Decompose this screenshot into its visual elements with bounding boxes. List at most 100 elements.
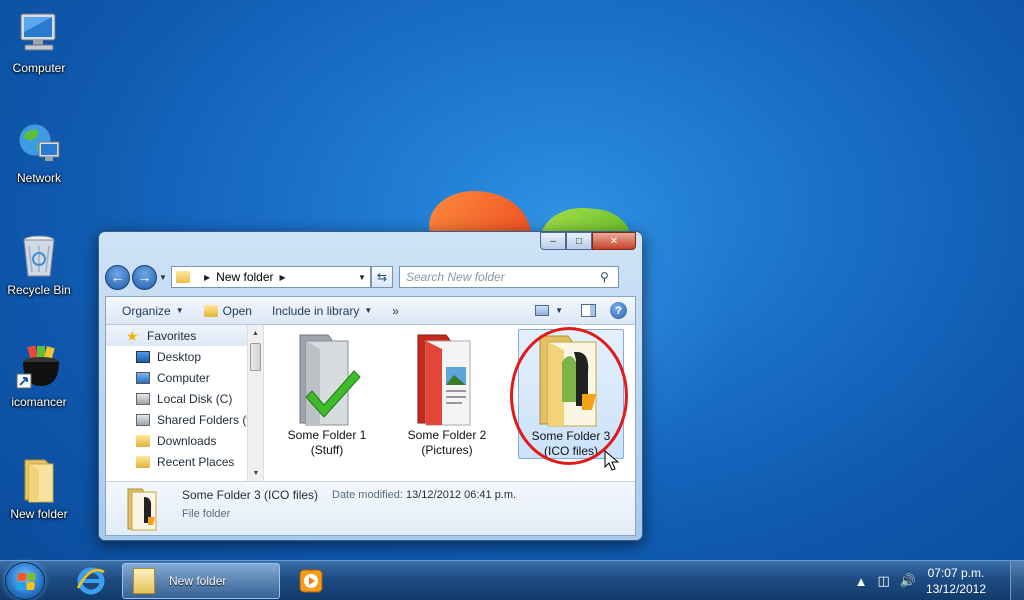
- view-controls: ▼ ?: [535, 302, 635, 319]
- details-file-type: File folder: [182, 508, 231, 520]
- search-placeholder: Search New folder: [406, 270, 505, 284]
- details-pane: Some Folder 3 (ICO files) Date modified:…: [106, 481, 635, 535]
- clock[interactable]: 07:07 p.m. 13/12/2012: [926, 565, 986, 597]
- breadcrumb-arrow-icon[interactable]: ▶: [204, 273, 210, 282]
- volume-icon[interactable]: 🔊: [900, 573, 916, 589]
- file-subtitle: (Stuff): [310, 443, 344, 457]
- system-tray: ▲ ◫ 🔊 07:07 p.m. 13/12/2012: [855, 561, 1024, 600]
- show-hidden-icons-icon[interactable]: ▲: [855, 574, 868, 589]
- sidebar-item-label: Downloads: [157, 433, 217, 448]
- sidebar-item-downloads[interactable]: Downloads: [106, 430, 263, 451]
- internet-explorer-icon[interactable]: [64, 564, 118, 598]
- show-desktop-button[interactable]: [1010, 561, 1024, 600]
- change-view-icon[interactable]: [535, 305, 550, 316]
- desktop-icon-label: New folder: [10, 507, 68, 521]
- open-button[interactable]: Open: [194, 304, 262, 318]
- forward-button[interactable]: →: [132, 264, 157, 290]
- scroll-thumb[interactable]: [250, 343, 261, 371]
- file-item-folder-1[interactable]: Some Folder 1 (Stuff): [274, 329, 380, 459]
- sidebar-item-label: Computer: [157, 370, 210, 385]
- downloads-folder-icon: [136, 434, 150, 447]
- help-icon[interactable]: ?: [610, 302, 627, 319]
- sidebar-item-recent-places[interactable]: Recent Places: [106, 451, 263, 472]
- windows-logo-icon: [16, 573, 36, 590]
- computer-icon: [15, 10, 63, 58]
- desktop-icon-label: Network: [16, 171, 61, 185]
- sidebar-item-label: Local Disk (C): [157, 391, 233, 406]
- desktop-icon-recycle-bin[interactable]: Recycle Bin: [2, 232, 76, 297]
- organize-label: Organize: [122, 303, 171, 318]
- back-button[interactable]: ←: [105, 264, 130, 290]
- network-status-icon[interactable]: ◫: [877, 573, 889, 589]
- media-player-icon[interactable]: [284, 564, 338, 598]
- address-dropdown-icon[interactable]: ▼: [354, 273, 370, 282]
- include-label: Include in library: [271, 303, 360, 318]
- sidebar-item-local-disk[interactable]: Local Disk (C): [106, 388, 263, 409]
- sidebar-item-favorites[interactable]: ★ Favorites: [106, 325, 263, 346]
- file-name: Some Folder 2: [407, 428, 487, 442]
- mouse-pointer-icon: [604, 450, 620, 471]
- organize-button[interactable]: Organize ▼: [112, 304, 194, 318]
- highlight-circle-annotation: [510, 327, 628, 465]
- scroll-down-icon[interactable]: ▼: [248, 465, 263, 481]
- recycle-bin-icon: [15, 232, 63, 280]
- chevron-down-icon[interactable]: ▼: [555, 306, 563, 315]
- desktop-icon-computer[interactable]: Computer: [2, 10, 76, 75]
- navigation-bar: ← → ▼ ▶ New folder ▶ ▼ ⇆ Search New fold…: [105, 264, 636, 290]
- folder-icon: [176, 271, 190, 283]
- preview-pane-icon[interactable]: [581, 304, 596, 317]
- search-input[interactable]: Search New folder ⚲: [399, 266, 619, 288]
- desktop-icon-network[interactable]: Network: [2, 120, 76, 185]
- details-file-name: Some Folder 3 (ICO files): [182, 488, 319, 502]
- checkmark-folder-icon: [282, 331, 372, 426]
- folder-icon: [133, 568, 155, 594]
- address-bar[interactable]: ▶ New folder ▶ ▼: [171, 266, 371, 288]
- breadcrumb-arrow-icon[interactable]: ▶: [280, 273, 286, 282]
- desktop-icon-icomancer[interactable]: icomancer: [2, 344, 76, 409]
- desktop-icon-label: Computer: [12, 61, 66, 75]
- chevron-down-icon: ▼: [175, 306, 184, 315]
- breadcrumb-new-folder[interactable]: New folder: [216, 270, 273, 284]
- chevron-down-icon: ▼: [364, 306, 373, 315]
- search-icon[interactable]: ⚲: [600, 270, 618, 284]
- desktop-icon-new-folder[interactable]: New folder: [2, 456, 76, 521]
- maximize-button[interactable]: □: [566, 232, 592, 250]
- sidebar-item-label: Desktop: [157, 349, 202, 364]
- sidebar-item-computer[interactable]: Computer: [106, 367, 263, 388]
- sidebar-item-shared-folders[interactable]: Shared Folders (v: [106, 409, 263, 430]
- sidebar-item-desktop[interactable]: Desktop: [106, 346, 263, 367]
- icomancer-cauldron-icon: [15, 344, 63, 392]
- open-folder-icon: [203, 304, 218, 317]
- nav-pane-scrollbar[interactable]: ▲ ▼: [247, 325, 263, 481]
- recent-places-icon: [136, 455, 150, 468]
- recent-pages-dropdown[interactable]: ▼: [159, 273, 169, 282]
- desktop-icon-label: icomancer: [11, 395, 67, 409]
- details-modified-label: Date modified:: [332, 489, 403, 501]
- details-modified: Date modified: 13/12/2012 06:41 p.m.: [332, 489, 516, 501]
- file-subtitle: (Pictures): [421, 443, 473, 457]
- scroll-up-icon[interactable]: ▲: [248, 325, 263, 341]
- file-name: Some Folder 1: [287, 428, 367, 442]
- open-label: Open: [222, 303, 252, 318]
- close-button[interactable]: ✕: [592, 232, 636, 250]
- desktop-icon-label: Recycle Bin: [7, 283, 71, 297]
- start-button[interactable]: [5, 562, 45, 600]
- refresh-button[interactable]: ⇆: [371, 266, 393, 288]
- include-in-library-button[interactable]: Include in library ▼: [262, 304, 382, 318]
- disk-drive-icon: [136, 392, 150, 405]
- command-bar: Organize ▼ Open Include in library ▼ » ▼…: [106, 297, 635, 325]
- more-commands-button[interactable]: »: [382, 304, 409, 318]
- sidebar-item-label: Favorites: [147, 328, 197, 343]
- taskbar-item-new-folder[interactable]: New folder: [122, 563, 280, 599]
- caption-buttons: – □ ✕: [540, 232, 636, 250]
- folder-icon: [15, 456, 63, 504]
- network-globe-icon: [15, 120, 63, 168]
- star-icon: ★: [126, 327, 139, 344]
- desktop-icon: [136, 350, 150, 363]
- minimize-button[interactable]: –: [540, 232, 566, 250]
- taskbar: New folder ▲ ◫ 🔊 07:07 p.m. 13/12/2012: [0, 560, 1024, 600]
- pictures-folder-icon: [402, 331, 492, 426]
- file-item-folder-2[interactable]: Some Folder 2 (Pictures): [394, 329, 500, 459]
- clock-time: 07:07 p.m.: [927, 566, 985, 580]
- clock-date: 13/12/2012: [925, 582, 986, 596]
